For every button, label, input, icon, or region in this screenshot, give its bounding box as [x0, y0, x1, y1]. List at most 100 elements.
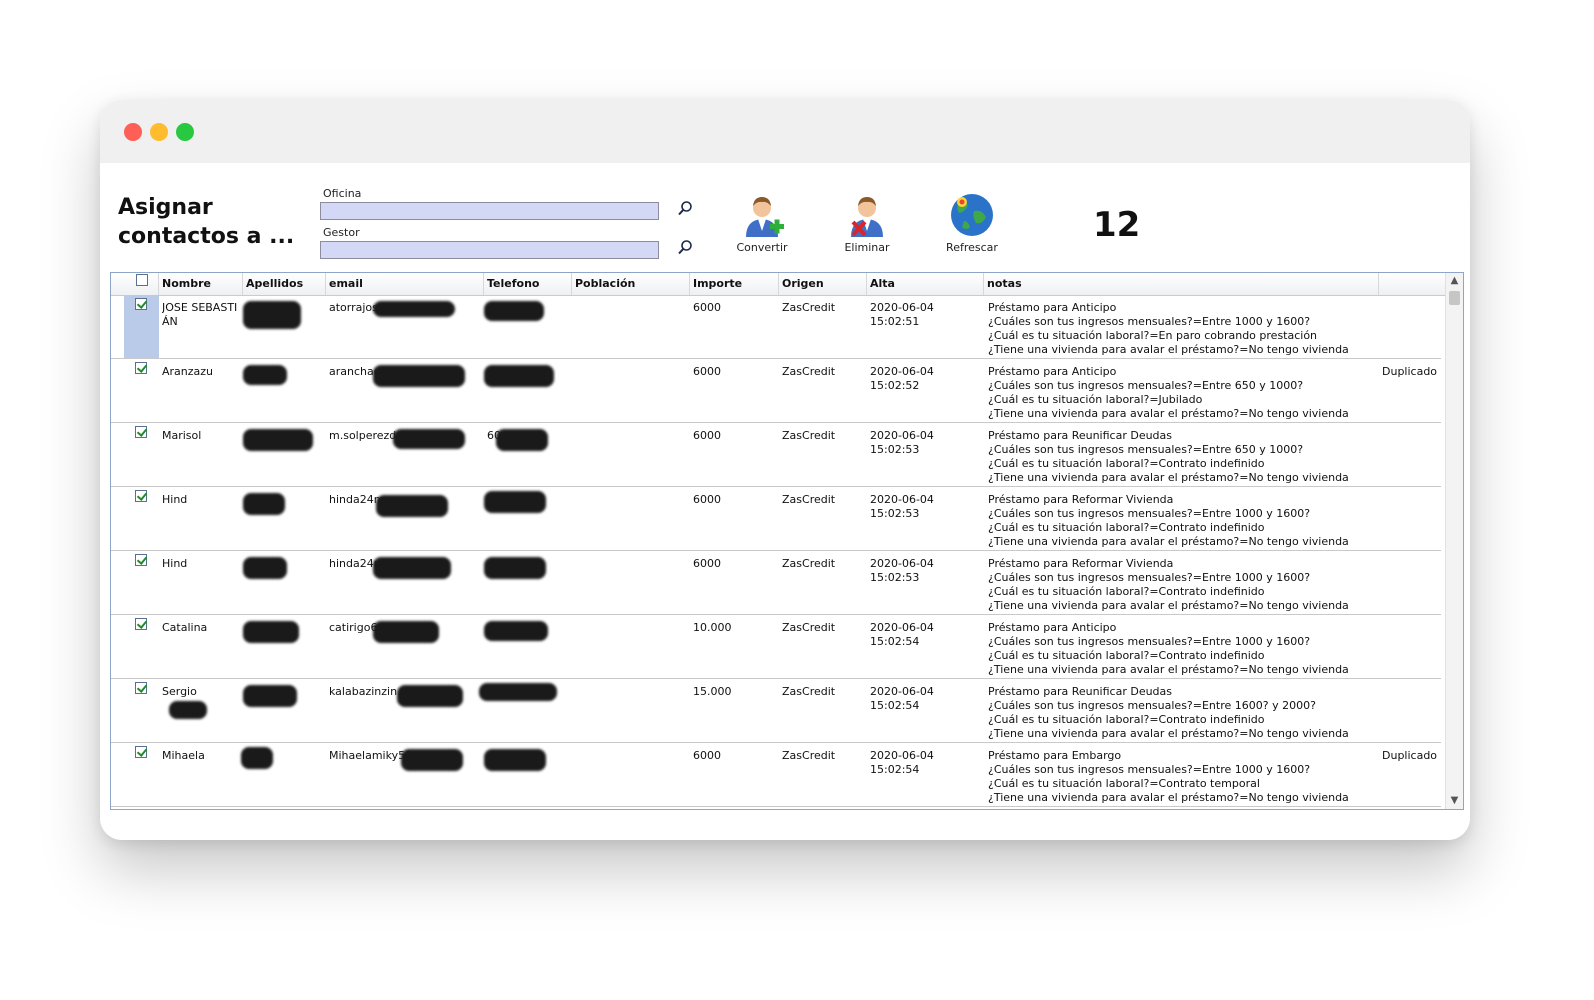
header-notas[interactable]: notas: [984, 273, 1379, 295]
cell-importe: 10.000: [693, 621, 732, 634]
cell-alta: 2020-06-04 15:02:53: [870, 557, 981, 585]
alta-date: 2020-06-04: [870, 557, 934, 570]
eliminar-button[interactable]: Eliminar: [822, 191, 912, 254]
cell-alta: 2020-06-04 15:02:51: [870, 301, 981, 329]
convertir-button[interactable]: Convertir: [717, 191, 807, 254]
header-nombre[interactable]: Nombre: [159, 273, 243, 295]
table-row[interactable]: Hind hinda24m 6000 ZasCredit 2020-06-04 15:02…: [111, 487, 1441, 551]
redaction-mark: [484, 749, 546, 771]
scroll-up-arrow-icon[interactable]: ▲: [1446, 273, 1463, 289]
redaction-mark: [243, 365, 287, 385]
redaction-mark: [393, 429, 465, 449]
contact-counter: 12: [1093, 205, 1141, 245]
nota-line: ¿Cuál es tu situación laboral?=Contrato …: [988, 649, 1265, 662]
cell-importe: 6000: [693, 749, 721, 762]
row-checkbox[interactable]: [135, 298, 147, 310]
cell-importe: 6000: [693, 429, 721, 442]
redaction-mark: [484, 621, 548, 641]
redaction-mark: [373, 621, 439, 643]
row-checkbox[interactable]: [135, 362, 147, 374]
redaction-mark: [397, 685, 463, 707]
cell-importe: 6000: [693, 493, 721, 506]
gestor-search-icon[interactable]: [675, 238, 695, 258]
row-checkbox[interactable]: [135, 746, 147, 758]
nota-line: ¿Cuál es tu situación laboral?=Contrato …: [988, 457, 1265, 470]
refrescar-button[interactable]: Refrescar: [927, 191, 1017, 254]
cell-estado: Duplicado: [1382, 365, 1438, 378]
redaction-mark: [401, 749, 463, 771]
select-all-checkbox[interactable]: [136, 274, 148, 286]
alta-date: 2020-06-04: [870, 429, 934, 442]
oficina-field[interactable]: [320, 202, 659, 220]
cell-alta: 2020-06-04 15:02:54: [870, 685, 981, 713]
close-window-button[interactable]: [124, 123, 142, 141]
nota-line: ¿Tiene una vivienda para avalar el prést…: [988, 343, 1349, 356]
cell-nombre: Catalina: [162, 621, 208, 634]
alta-time: 15:02:52: [870, 379, 920, 392]
table-row[interactable]: Sergio kalabazinzin 15.000 ZasCredit 2020-06…: [111, 679, 1441, 743]
table-row[interactable]: Marisol m.solperezd 60 6000 ZasCredit 2020-06…: [111, 423, 1441, 487]
cell-notas: Préstamo para Embargo ¿Cuáles son tus ing…: [988, 749, 1378, 805]
cell-notas: Préstamo para Reunificar Deudas ¿Cuáles s…: [988, 685, 1378, 741]
header-telefono[interactable]: Telefono: [484, 273, 572, 295]
redaction-mark: [241, 747, 273, 769]
cell-origen: ZasCredit: [782, 365, 836, 378]
row-check-cell: [135, 298, 149, 312]
table-row[interactable]: Catalina catirigo6 10.000 ZasCredit 2020-06-…: [111, 615, 1441, 679]
cell-origen: ZasCredit: [782, 749, 836, 762]
row-checkbox[interactable]: [135, 554, 147, 566]
main-content: Asignar contactos a ... Oficina Gestor C…: [100, 163, 1470, 840]
table-row[interactable]: Mihaela Mihaelamiky58 6000 ZasCredit 2020-06…: [111, 743, 1441, 807]
cell-origen: ZasCredit: [782, 493, 836, 506]
redaction-mark: [376, 495, 448, 517]
header-importe[interactable]: Importe: [690, 273, 779, 295]
cell-notas: Préstamo para Anticipo ¿Cuáles son tus in…: [988, 301, 1378, 357]
contacts-table: Nombre Apellidos email Telefono Població…: [110, 272, 1464, 810]
row-check-cell: [135, 618, 149, 632]
vertical-scrollbar[interactable]: ▲ ▼: [1445, 273, 1463, 809]
scroll-down-arrow-icon[interactable]: ▼: [1446, 793, 1463, 809]
redaction-mark: [373, 301, 455, 317]
cell-alta: 2020-06-04 15:02:52: [870, 365, 981, 393]
header-email[interactable]: email: [326, 273, 484, 295]
cell-alta: 2020-06-04 15:02:54: [870, 749, 981, 777]
table-row[interactable]: AranzazuGaranchag6000ZasCredit2020-06-04…: [111, 359, 1441, 423]
header-estado[interactable]: [1379, 273, 1447, 295]
row-checkbox[interactable]: [135, 618, 147, 630]
redaction-mark: [496, 429, 548, 451]
header-apellidos[interactable]: Apellidos: [243, 273, 326, 295]
alta-date: 2020-06-04: [870, 685, 934, 698]
eliminar-label: Eliminar: [844, 241, 890, 254]
alta-time: 15:02:54: [870, 635, 920, 648]
gestor-field[interactable]: [320, 241, 659, 259]
redaction-mark: [243, 557, 287, 579]
oficina-label: Oficina: [323, 187, 362, 200]
minimize-window-button[interactable]: [150, 123, 168, 141]
oficina-search-icon[interactable]: [675, 199, 695, 219]
row-checkbox[interactable]: [135, 682, 147, 694]
zoom-window-button[interactable]: [176, 123, 194, 141]
nota-line: ¿Cuál es tu situación laboral?=En paro c…: [988, 329, 1318, 342]
nota-line: ¿Cuál es tu situación laboral?=Contrato …: [988, 777, 1260, 790]
refrescar-label: Refrescar: [946, 241, 998, 254]
header-poblacion[interactable]: Población: [572, 273, 690, 295]
nota-line: Préstamo para Embargo: [988, 749, 1122, 762]
row-checkbox[interactable]: [135, 490, 147, 502]
cell-notas: Préstamo para Anticipo ¿Cuáles son tus in…: [988, 621, 1378, 677]
nota-line: ¿Tiene una vivienda para avalar el prést…: [988, 407, 1349, 420]
table-row[interactable]: Hind hinda24m 6000 ZasCredit 2020-06-04 15:02…: [111, 551, 1441, 615]
redaction-mark: [243, 301, 301, 329]
alta-time: 15:02:54: [870, 763, 920, 776]
row-check-cell: [135, 746, 149, 760]
table-row[interactable]: JOSE SEBASTIÁNAGAatorrajos6000ZasCredit2…: [111, 295, 1441, 359]
row-checkbox[interactable]: [135, 426, 147, 438]
scroll-thumb[interactable]: [1449, 291, 1460, 305]
header-alta[interactable]: Alta: [867, 273, 984, 295]
redaction-mark: [169, 701, 207, 719]
redaction-mark: [373, 365, 465, 387]
app-window: Asignar contactos a ... Oficina Gestor C…: [100, 100, 1470, 840]
cell-nombre: JOSE SEBASTIÁN: [162, 301, 238, 328]
header-origen[interactable]: Origen: [779, 273, 867, 295]
nota-line: ¿Tiene una vivienda para avalar el prést…: [988, 471, 1349, 484]
row-check-cell: [135, 490, 149, 504]
